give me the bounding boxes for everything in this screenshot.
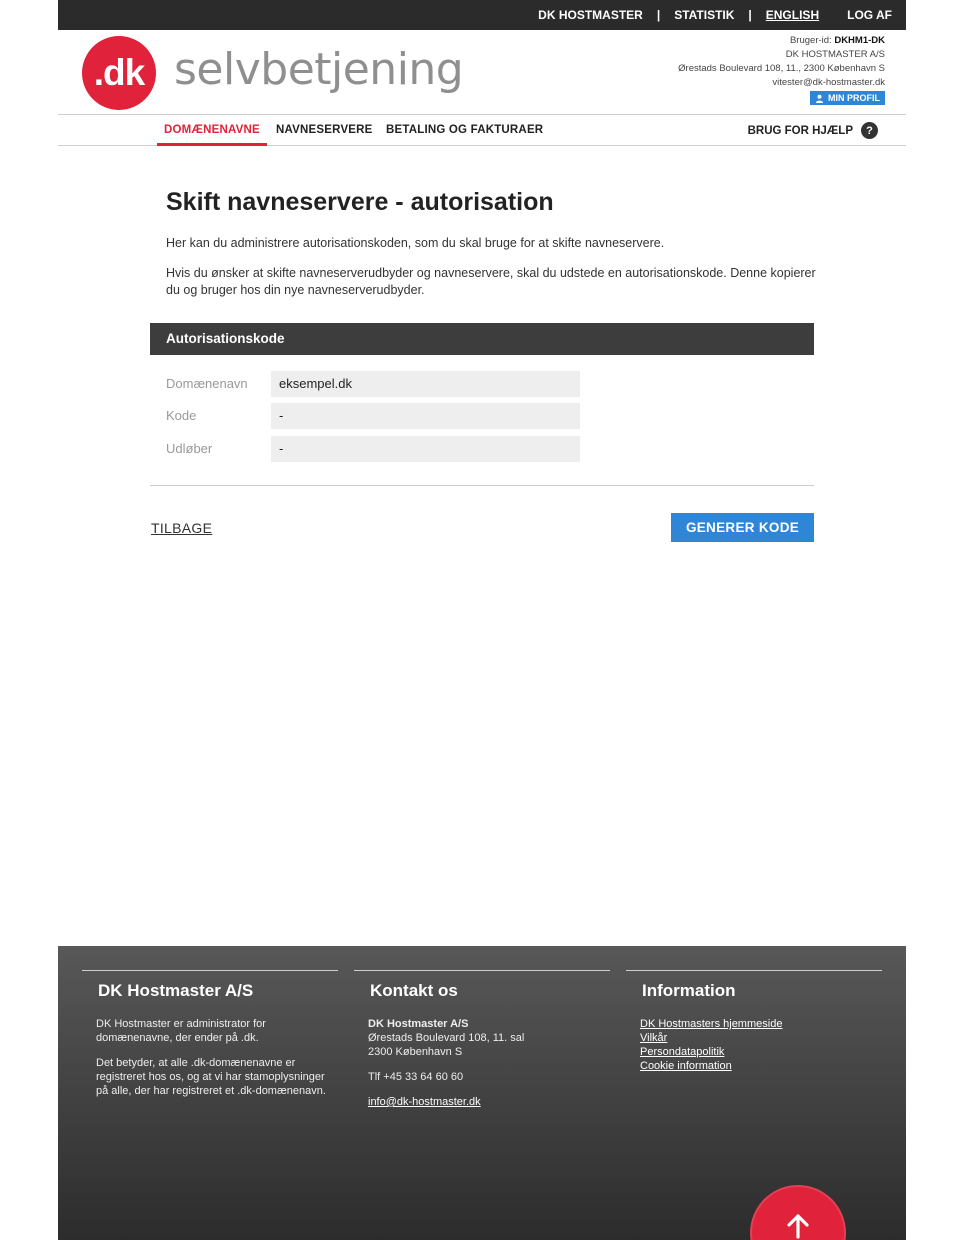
footer-contact-email[interactable]: info@dk-hostmaster.dk — [368, 1095, 610, 1109]
user-id: DKHM1-DK — [834, 35, 885, 46]
footer-col-contact: Kontakt os DK Hostmaster A/S Ørestads Bo… — [354, 970, 610, 1109]
logout-link[interactable]: LOG AF — [847, 8, 892, 22]
user-address: Ørestads Boulevard 108, 11., 2300 Københ… — [678, 63, 885, 74]
nav-betaling[interactable]: BETALING OG FAKTURAER — [386, 115, 543, 146]
my-profile-label: MIN PROFIL — [828, 93, 880, 103]
footer-contact-title: Kontakt os — [370, 981, 458, 1000]
footer-contact-city: 2300 København S — [368, 1046, 463, 1058]
top-bar: DK HOSTMASTER | STATISTIK | ENGLISH LOG … — [58, 0, 906, 30]
dk-logo[interactable]: .dk — [82, 36, 156, 110]
footer-contact-street: Ørestads Boulevard 108, 11. sal — [368, 1032, 525, 1044]
intro-text: Her kan du administrere autorisationskod… — [166, 236, 665, 250]
top-nav: DK HOSTMASTER | STATISTIK | ENGLISH LOG … — [538, 0, 906, 30]
footer-link-privacy[interactable]: Persondatapolitik — [640, 1045, 882, 1059]
site-footer: DK Hostmaster A/S DK Hostmaster er admin… — [58, 946, 906, 1240]
footer-contact-body: DK Hostmaster A/S Ørestads Boulevard 108… — [368, 1017, 610, 1109]
help-link[interactable]: BRUG FOR HJÆLP ? — [748, 115, 878, 146]
auth-code-panel-header: Autorisationskode — [150, 323, 814, 355]
back-link[interactable]: TILBAGE — [151, 520, 212, 536]
footer-info-title: Information — [642, 981, 736, 1000]
expires-label: Udløber — [166, 441, 213, 456]
question-icon: ? — [861, 122, 878, 139]
footer-info-links: DK Hostmasters hjemmeside Vilkår Persond… — [640, 1017, 882, 1073]
domain-label: Domænenavn — [166, 376, 248, 391]
top-nav-separator: | — [656, 8, 661, 22]
footer-about-p1: DK Hostmaster er administrator for domæn… — [96, 1018, 266, 1044]
help-label: BRUG FOR HJÆLP — [747, 124, 853, 137]
user-icon — [815, 94, 824, 103]
user-info: Bruger-id: DKHM1-DK DK HOSTMASTER A/S Ør… — [678, 34, 885, 108]
user-company: DK HOSTMASTER A/S — [785, 49, 885, 60]
footer-about-title: DK Hostmaster A/S — [98, 981, 254, 1000]
site-header: .dk selvbetjening Bruger-id: DKHM1-DK DK… — [58, 30, 906, 115]
code-label: Kode — [166, 408, 197, 423]
user-id-label: Bruger-id: — [789, 35, 832, 46]
expires-value: - — [271, 436, 580, 462]
arrow-up-icon — [787, 1214, 809, 1239]
footer-link-terms[interactable]: Vilkår — [640, 1031, 882, 1045]
footer-link-cookies[interactable]: Cookie information — [640, 1059, 882, 1073]
top-link-english[interactable]: ENGLISH — [766, 8, 819, 22]
user-id-line: Bruger-id: DKHM1-DK — [678, 34, 885, 48]
footer-contact-name: DK Hostmaster A/S — [368, 1018, 469, 1030]
scroll-to-top-button[interactable] — [750, 1185, 846, 1240]
top-link-hostmaster[interactable]: DK HOSTMASTER — [538, 8, 643, 22]
domain-value: eksempel.dk — [271, 371, 580, 397]
footer-col-info: Information DK Hostmasters hjemmeside Vi… — [626, 970, 882, 1073]
footer-about-p2: Det betyder, at alle .dk-domænenavne er … — [96, 1057, 326, 1097]
divider — [150, 485, 814, 486]
user-email: vitester@dk-hostmaster.dk — [772, 77, 885, 88]
my-profile-button[interactable]: MIN PROFIL — [810, 91, 885, 105]
footer-contact-phone: Tlf +45 33 64 60 60 — [368, 1071, 464, 1083]
generate-code-button[interactable]: GENERER KODE — [671, 513, 814, 542]
page-title: Skift navneservere - autorisation — [166, 188, 554, 216]
nav-navneservere[interactable]: NAVNESERVERE — [276, 115, 373, 146]
footer-link-homepage[interactable]: DK Hostmasters hjemmeside — [640, 1017, 882, 1031]
site-title[interactable]: selvbetjening — [174, 44, 464, 95]
main-nav: DOMÆNENAVNE NAVNESERVERE BETALING OG FAK… — [58, 115, 906, 146]
footer-contact-address: DK Hostmaster A/S Ørestads Boulevard 108… — [368, 1017, 610, 1059]
nav-domaenenavne[interactable]: DOMÆNENAVNE — [157, 115, 267, 146]
code-value: - — [271, 403, 580, 429]
top-nav-separator: | — [748, 8, 752, 22]
top-link-statistik[interactable]: STATISTIK — [674, 8, 734, 22]
intro-text-2: Hvis du ønsker at skifte navneserverudby… — [166, 266, 816, 297]
footer-col-about: DK Hostmaster A/S DK Hostmaster er admin… — [82, 970, 338, 1109]
footer-about-body: DK Hostmaster er administrator for domæn… — [96, 1017, 338, 1098]
